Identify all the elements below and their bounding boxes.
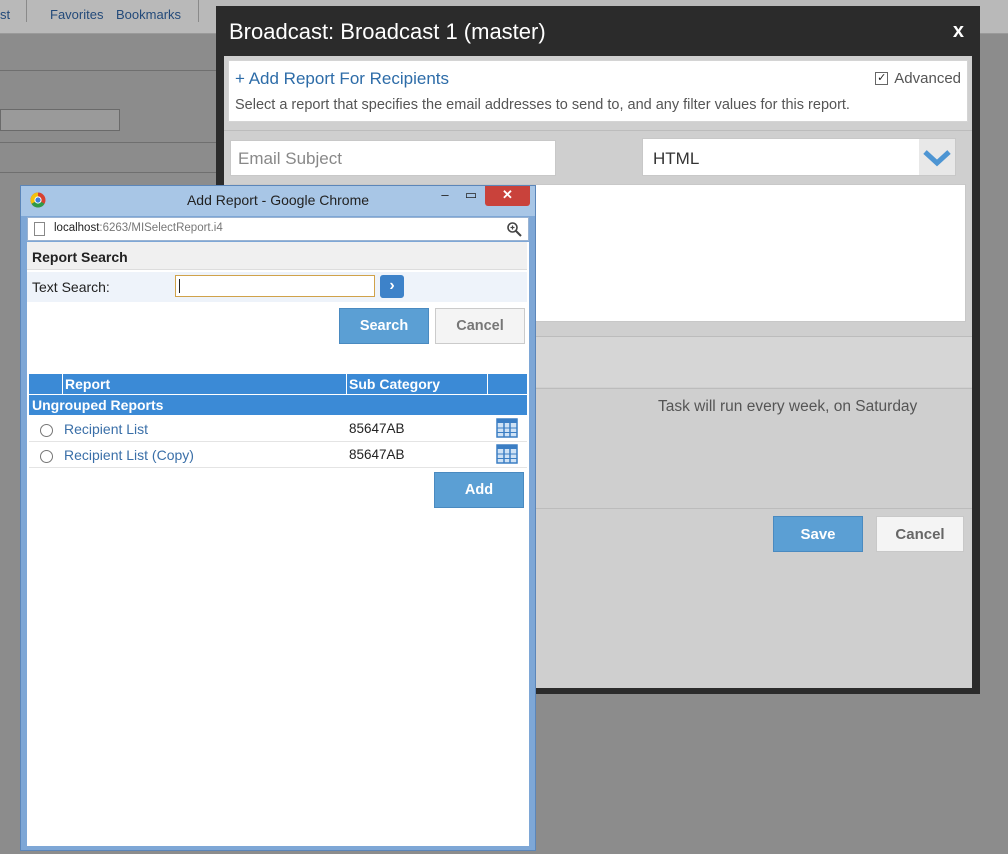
cancel-button[interactable]: Cancel bbox=[876, 516, 964, 552]
toolbar-separator bbox=[26, 0, 27, 22]
window-title: Add Report - Google Chrome bbox=[186, 192, 370, 208]
sub-category-cell: 85647AB bbox=[349, 447, 405, 462]
save-button[interactable]: Save bbox=[773, 516, 863, 552]
section-divider bbox=[224, 130, 972, 131]
close-button[interactable]: x bbox=[953, 20, 964, 43]
background-input[interactable] bbox=[0, 109, 120, 131]
search-button[interactable]: Search bbox=[339, 308, 429, 344]
advanced-checkbox[interactable]: ✓ bbox=[875, 72, 889, 85]
text-caret bbox=[179, 279, 180, 293]
recipients-section: + Add Report For Recipients Select a rep… bbox=[228, 60, 968, 122]
address-bar[interactable]: localhost:6263/MISelectReport.i4 bbox=[27, 217, 529, 241]
toolbar-separator bbox=[198, 0, 199, 22]
report-name-link[interactable]: Recipient List bbox=[64, 421, 148, 437]
format-value: HTML bbox=[653, 149, 700, 168]
window-titlebar: Add Report - Google Chrome – ▭ ✕ bbox=[21, 186, 535, 216]
add-report-for-recipients-link[interactable]: + Add Report For Recipients bbox=[235, 69, 449, 89]
zoom-icon[interactable] bbox=[506, 221, 522, 237]
text-search-input[interactable] bbox=[175, 275, 375, 297]
report-name-link[interactable]: Recipient List (Copy) bbox=[64, 447, 194, 463]
window-close-icon[interactable]: ✕ bbox=[485, 186, 530, 206]
recipients-description: Select a report that specifies the email… bbox=[235, 97, 850, 113]
group-header-row: Ungrouped Reports bbox=[29, 395, 527, 415]
chevron-down-icon[interactable] bbox=[919, 139, 955, 175]
advanced-label: Advanced bbox=[894, 70, 961, 87]
add-button[interactable]: Add bbox=[434, 472, 524, 508]
page-icon bbox=[34, 222, 45, 236]
row-radio[interactable] bbox=[40, 450, 53, 463]
add-report-window: Add Report - Google Chrome – ▭ ✕ localho… bbox=[20, 185, 536, 851]
sub-category-cell: 85647AB bbox=[349, 421, 405, 436]
table-row[interactable]: Recipient List 85647AB bbox=[29, 416, 527, 442]
report-search-header: Report Search bbox=[27, 242, 527, 270]
toolbar-item-bookmarks[interactable]: Bookmarks bbox=[116, 7, 181, 22]
go-arrow-button[interactable]: › bbox=[380, 275, 404, 298]
broadcast-titlebar: Broadcast: Broadcast 1 (master) x bbox=[216, 6, 980, 56]
email-subject-input[interactable]: Email Subject bbox=[230, 140, 556, 176]
column-header-report[interactable]: Report bbox=[65, 376, 110, 392]
table-row[interactable]: Recipient List (Copy) 85647AB bbox=[29, 442, 527, 468]
toolbar-item-favorites[interactable]: Favorites bbox=[50, 7, 103, 22]
report-table-header: Report Sub Category bbox=[29, 374, 527, 394]
column-separator bbox=[487, 374, 488, 394]
toolbar-item-partial[interactable]: st bbox=[0, 7, 10, 22]
table-view-icon[interactable] bbox=[496, 444, 518, 464]
maximize-icon[interactable]: ▭ bbox=[461, 186, 481, 206]
broadcast-title: Broadcast: Broadcast 1 (master) bbox=[229, 19, 546, 44]
column-separator bbox=[62, 374, 63, 394]
background-divider bbox=[0, 70, 230, 71]
report-search-content: Report Search Text Search: › Search Canc… bbox=[27, 242, 529, 846]
minimize-icon[interactable]: – bbox=[435, 186, 455, 206]
text-search-label: Text Search: bbox=[32, 279, 110, 295]
table-view-icon[interactable] bbox=[496, 418, 518, 438]
column-separator bbox=[346, 374, 347, 394]
row-radio[interactable] bbox=[40, 424, 53, 437]
format-select[interactable]: HTML bbox=[642, 138, 956, 176]
background-divider bbox=[0, 172, 230, 173]
url-text: localhost:6263/MISelectReport.i4 bbox=[54, 222, 223, 234]
advanced-toggle[interactable]: ✓ Advanced bbox=[875, 70, 961, 87]
text-search-row: Text Search: › bbox=[27, 272, 527, 302]
popup-cancel-button[interactable]: Cancel bbox=[435, 308, 525, 344]
column-header-sub-category[interactable]: Sub Category bbox=[349, 376, 440, 392]
background-divider bbox=[0, 142, 230, 143]
schedule-message: Task will run every week, on Saturday bbox=[658, 398, 918, 415]
